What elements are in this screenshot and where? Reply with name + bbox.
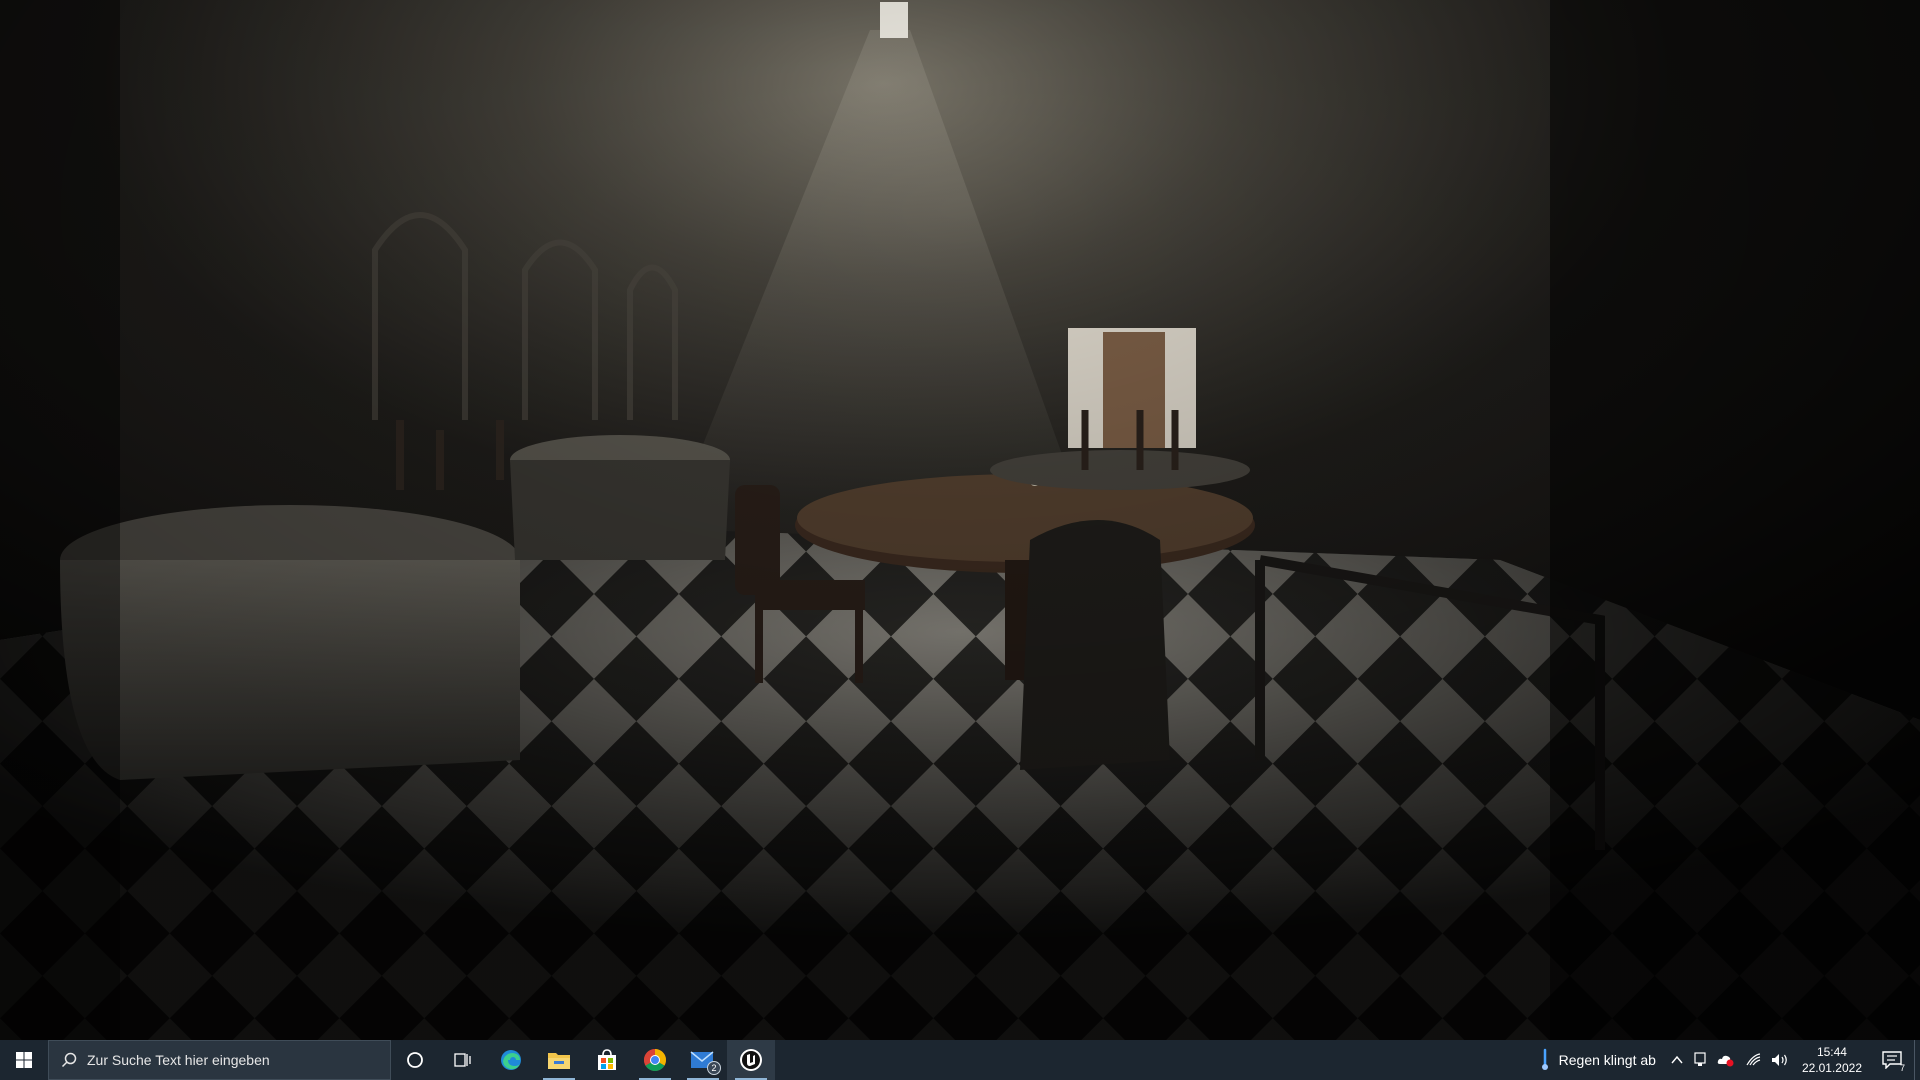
cortana-icon: [407, 1052, 423, 1068]
chevron-up-icon: [1671, 1055, 1683, 1064]
rain-drop-icon: [1541, 1048, 1548, 1070]
volume-button[interactable]: [1766, 1040, 1794, 1080]
onedrive-error-icon: [1717, 1055, 1734, 1067]
edge-icon: [501, 1050, 521, 1070]
clock[interactable]: 15:44 22.01.2022: [1794, 1040, 1870, 1080]
wifi-icon: [1745, 1053, 1761, 1066]
notification-count: 7: [1899, 1063, 1905, 1073]
weather-text: Regen klingt ab: [1558, 1052, 1656, 1068]
cortana-button[interactable]: [391, 1040, 439, 1080]
system-tray: Regen klingt ab 15:44 22.01.2022 7: [1529, 1040, 1920, 1080]
tray-device-icon-button[interactable]: [1688, 1040, 1712, 1080]
mail-badge-count: 2: [707, 1061, 721, 1075]
taskbar-app-store[interactable]: [583, 1040, 631, 1080]
start-button[interactable]: [0, 1040, 48, 1080]
search-input[interactable]: Zur Suche Text hier eingeben: [48, 1040, 391, 1080]
game-viewport[interactable]: [0, 0, 1920, 1040]
show-desktop-button[interactable]: [1914, 1040, 1920, 1080]
unreal-engine-icon: [740, 1049, 762, 1071]
taskbar: Zur Suche Text hier eingeben 2 Regen kli…: [0, 1040, 1920, 1080]
device-icon: [1694, 1052, 1706, 1066]
file-explorer-icon: [548, 1053, 570, 1069]
speaker-icon: [1771, 1054, 1787, 1066]
search-placeholder: Zur Suche Text hier eingeben: [87, 1052, 270, 1068]
clock-time: 15:44: [1816, 1045, 1847, 1059]
action-center-button[interactable]: 7: [1870, 1040, 1914, 1080]
show-hidden-icons-button[interactable]: [1666, 1040, 1688, 1080]
clock-date: 22.01.2022: [1801, 1061, 1862, 1075]
chrome-icon: [644, 1049, 666, 1071]
network-button[interactable]: [1740, 1040, 1766, 1080]
store-icon: [598, 1049, 616, 1070]
taskbar-app-unreal-engine[interactable]: [727, 1040, 775, 1080]
task-view-button[interactable]: [439, 1040, 487, 1080]
taskbar-app-edge[interactable]: [487, 1040, 535, 1080]
taskbar-app-chrome[interactable]: [631, 1040, 679, 1080]
tray-cloud-icon-button[interactable]: [1712, 1040, 1740, 1080]
desktop-screen: Zur Suche Text hier eingeben 2 Regen kli…: [0, 0, 1920, 1080]
taskbar-app-file-explorer[interactable]: [535, 1040, 583, 1080]
windows-logo-icon: [16, 1052, 32, 1068]
weather-widget[interactable]: Regen klingt ab: [1529, 1040, 1666, 1080]
search-icon: [61, 1052, 77, 1068]
taskbar-app-mail[interactable]: 2: [679, 1040, 727, 1080]
task-view-icon: [454, 1053, 471, 1067]
